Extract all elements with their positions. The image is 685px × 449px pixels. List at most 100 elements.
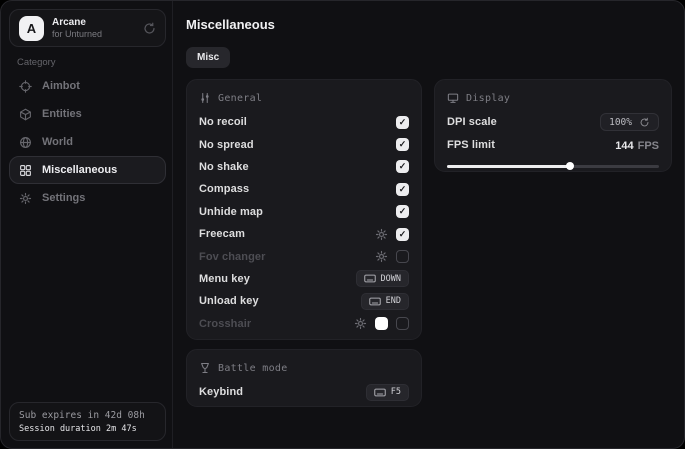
row-controls: ✓ xyxy=(396,138,409,151)
panel-title: General xyxy=(218,93,262,104)
app-title-block: Arcane for Unturned xyxy=(52,17,102,39)
sub-expiry-text: Sub expires in 42d 08h xyxy=(19,410,156,421)
cube-icon xyxy=(19,108,32,121)
sidebar-item-entities[interactable]: Entities xyxy=(9,100,166,128)
main-content: Miscellaneous Misc GeneralNo recoil✓No s… xyxy=(174,1,684,448)
row-controls: DOWN xyxy=(356,270,409,287)
checkbox-compass[interactable]: ✓ xyxy=(396,183,409,196)
gear-icon[interactable] xyxy=(375,228,388,241)
slider-fps-limit[interactable] xyxy=(447,165,659,168)
setting-row-keybind: Keybind F5 xyxy=(199,381,409,403)
slider-knob[interactable] xyxy=(566,162,574,170)
keybind-value: DOWN xyxy=(381,274,401,284)
panel-title: Battle mode xyxy=(218,363,288,374)
row-controls: F5 xyxy=(366,384,409,401)
checkbox-no-recoil[interactable]: ✓ xyxy=(396,116,409,129)
app-window: A Arcane for Unturned Category Aimbot Ent… xyxy=(0,0,685,449)
setting-row-fps-limit: FPS limit 144FPS xyxy=(447,133,659,155)
app-name: Arcane xyxy=(52,17,102,29)
setting-label: Fov changer xyxy=(199,251,266,263)
checkbox-freecam[interactable]: ✓ xyxy=(396,228,409,241)
page-title: Miscellaneous xyxy=(186,17,275,32)
sidebar-header[interactable]: A Arcane for Unturned xyxy=(9,9,166,47)
panel-battle-mode: Battle mode Keybind F5 xyxy=(186,349,422,407)
panel-header: Battle mode xyxy=(199,359,409,377)
setting-label: Unload key xyxy=(199,295,259,307)
keyboard-icon xyxy=(374,388,386,397)
keybind-unload-key[interactable]: END xyxy=(361,293,409,310)
keybind-menu-key[interactable]: DOWN xyxy=(356,270,409,287)
panel-header: Display xyxy=(447,89,659,107)
row-controls: ✓ xyxy=(396,205,409,218)
setting-label: FPS limit xyxy=(447,139,495,151)
sidebar-item-label: Entities xyxy=(42,108,82,120)
checkbox-unhide-map[interactable]: ✓ xyxy=(396,205,409,218)
row-controls: ✓ xyxy=(396,116,409,129)
color-swatch[interactable] xyxy=(375,317,388,330)
setting-label: Unhide map xyxy=(199,206,263,218)
setting-row-compass: Compass ✓ xyxy=(199,178,409,200)
row-controls: ✓ xyxy=(396,183,409,196)
checkbox-no-spread[interactable]: ✓ xyxy=(396,138,409,151)
gear-icon[interactable] xyxy=(375,250,388,263)
keybind-keybind[interactable]: F5 xyxy=(366,384,409,401)
setting-row-unhide-map: Unhide map ✓ xyxy=(199,201,409,223)
gear-icon xyxy=(19,192,32,205)
tab-misc[interactable]: Misc xyxy=(186,47,230,68)
panel-title: Display xyxy=(466,93,510,104)
sliders-icon xyxy=(199,92,211,104)
monitor-icon xyxy=(447,92,459,104)
window-frame: A Arcane for Unturned Category Aimbot Ent… xyxy=(0,0,685,449)
sidebar-item-label: Settings xyxy=(42,192,85,204)
setting-label: Keybind xyxy=(199,386,243,398)
slider-fill xyxy=(447,165,570,168)
gear-icon[interactable] xyxy=(354,317,367,330)
sidebar-item-settings[interactable]: Settings xyxy=(9,184,166,212)
goblet-icon xyxy=(199,362,211,374)
setting-label: Freecam xyxy=(199,228,245,240)
app-subtitle: for Unturned xyxy=(52,29,102,39)
row-controls: 144FPS xyxy=(615,136,659,154)
panel-display: DisplayDPI scale100%FPS limit144FPS xyxy=(434,79,672,172)
setting-label: No recoil xyxy=(199,116,247,128)
crosshair-icon xyxy=(19,80,32,93)
setting-label: Crosshair xyxy=(199,318,251,330)
row-controls: END xyxy=(361,293,409,310)
setting-label: Compass xyxy=(199,183,249,195)
grid-icon xyxy=(19,164,32,177)
checkbox-crosshair[interactable] xyxy=(396,317,409,330)
setting-row-fov-changer: Fov changer xyxy=(199,245,409,267)
panel-header: General xyxy=(199,89,409,107)
sidebar-item-label: Miscellaneous xyxy=(42,164,117,176)
category-label: Category xyxy=(17,57,56,68)
panel-general: GeneralNo recoil✓No spread✓No shake✓Comp… xyxy=(186,79,422,340)
keybind-value: F5 xyxy=(391,387,401,397)
sidebar-item-world[interactable]: World xyxy=(9,128,166,156)
setting-label: No spread xyxy=(199,139,254,151)
sidebar-item-aimbot[interactable]: Aimbot xyxy=(9,72,166,100)
refresh-icon[interactable] xyxy=(143,22,156,35)
slider-value: 144FPS xyxy=(615,136,659,154)
checkbox-no-shake[interactable]: ✓ xyxy=(396,160,409,173)
row-controls: 100% xyxy=(600,113,659,131)
checkbox-fov-changer[interactable] xyxy=(396,250,409,263)
setting-row-menu-key: Menu keyDOWN xyxy=(199,268,409,290)
stepper-dpi-scale[interactable]: 100% xyxy=(600,113,659,131)
stepper-value: 100% xyxy=(609,117,632,128)
sidebar-nav: Aimbot Entities World Miscellaneous Settings xyxy=(9,72,166,212)
setting-row-crosshair: Crosshair xyxy=(199,313,409,335)
app-logo: A xyxy=(19,16,44,41)
sidebar-item-label: World xyxy=(42,136,73,148)
subscription-status: Sub expires in 42d 08h Session duration … xyxy=(9,402,166,441)
setting-label: No shake xyxy=(199,161,249,173)
setting-row-freecam: Freecam ✓ xyxy=(199,223,409,245)
row-controls: ✓ xyxy=(396,160,409,173)
sidebar-item-miscellaneous[interactable]: Miscellaneous xyxy=(9,156,166,184)
refresh-icon xyxy=(639,117,650,128)
setting-row-no-spread: No spread ✓ xyxy=(199,133,409,155)
row-controls xyxy=(375,250,409,263)
row-controls: ✓ xyxy=(375,228,409,241)
row-controls xyxy=(354,317,409,330)
sidebar-item-label: Aimbot xyxy=(42,80,80,92)
setting-row-no-recoil: No recoil ✓ xyxy=(199,111,409,133)
